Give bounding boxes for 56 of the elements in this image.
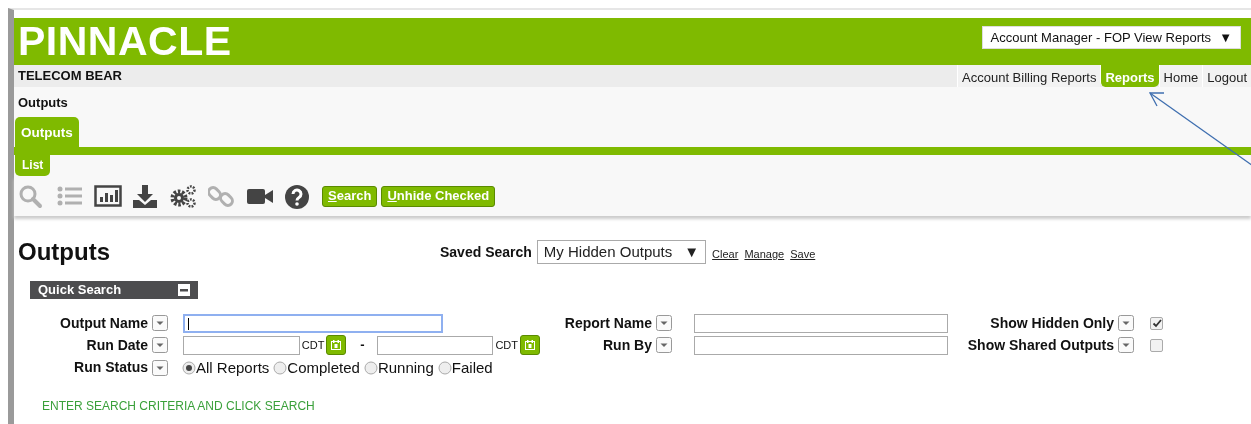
field-label: Run Date <box>85 335 148 355</box>
saved-search-label: Saved Search <box>440 242 532 262</box>
dropdown-icon[interactable] <box>152 337 168 354</box>
timezone-label: CDT <box>495 337 519 353</box>
input-field[interactable] <box>694 335 948 355</box>
hint-text: ENTER SEARCH CRITERIA AND CLICK SEARCH <box>42 398 316 416</box>
calendar-button[interactable] <box>326 335 347 356</box>
field-label: Show Shared Outputs <box>966 335 1114 355</box>
radio-icon[interactable] <box>182 360 196 375</box>
dropdown-icon[interactable] <box>1118 337 1134 354</box>
logo: PINNACLE <box>18 21 232 62</box>
nav-link[interactable]: Account Billing Reports <box>957 65 1101 87</box>
input-field[interactable] <box>694 313 948 333</box>
bar-chart-icon[interactable] <box>94 183 122 210</box>
saved-search-link[interactable]: Manage <box>744 245 785 263</box>
calendar-icon <box>525 340 535 351</box>
radio-option[interactable]: Completed <box>273 356 360 380</box>
saved-search-link[interactable]: Save <box>790 245 816 263</box>
nav-link[interactable]: Home <box>1158 65 1203 87</box>
calendar-icon <box>331 340 342 351</box>
checkbox[interactable] <box>1150 316 1163 330</box>
calendar-button[interactable] <box>520 335 540 356</box>
dropdown-icon[interactable] <box>656 337 672 354</box>
date-field[interactable] <box>183 335 300 355</box>
help-icon[interactable] <box>284 183 312 210</box>
dropdown-icon[interactable] <box>152 359 168 376</box>
radio-icon[interactable] <box>273 360 288 375</box>
saved-search-link[interactable]: Clear <box>712 245 739 263</box>
nav-link[interactable]: Logout <box>1202 65 1251 87</box>
radio-option[interactable]: Running <box>363 356 434 380</box>
date-separator: - <box>360 336 365 355</box>
company-name: TELECOM BEAR <box>17 67 122 86</box>
date-field[interactable] <box>376 335 494 355</box>
field-label: Run Status <box>73 358 148 378</box>
page-title: Outputs <box>18 237 111 267</box>
breadcrumb: Outputs <box>17 94 69 112</box>
field-label: Run By <box>602 335 652 355</box>
checkbox[interactable] <box>1150 338 1163 352</box>
download-icon[interactable] <box>132 183 160 210</box>
radio-option[interactable]: Failed <box>437 356 493 380</box>
dropdown-icon[interactable] <box>152 315 168 332</box>
radio-icon[interactable] <box>363 360 378 375</box>
gears-icon[interactable] <box>170 183 198 210</box>
input-field[interactable] <box>183 313 443 333</box>
dropdown-icon[interactable] <box>656 315 672 332</box>
timezone-label: CDT <box>301 337 325 353</box>
role-select[interactable]: Account Manager - FOP View Reports ▼ <box>981 25 1241 50</box>
saved-search-select[interactable]: My Hidden Outputs ▼ <box>536 239 707 265</box>
dropdown-icon[interactable] <box>1118 315 1134 332</box>
quick-search-header: Quick Search <box>30 280 198 299</box>
collapse-icon[interactable] <box>178 283 190 296</box>
field-label: Show Hidden Only <box>989 313 1114 333</box>
field-label: Output Name <box>59 313 148 333</box>
radio-option[interactable]: All Reports <box>182 356 270 380</box>
radio-icon[interactable] <box>437 360 452 375</box>
field-label: Report Name <box>563 313 652 333</box>
